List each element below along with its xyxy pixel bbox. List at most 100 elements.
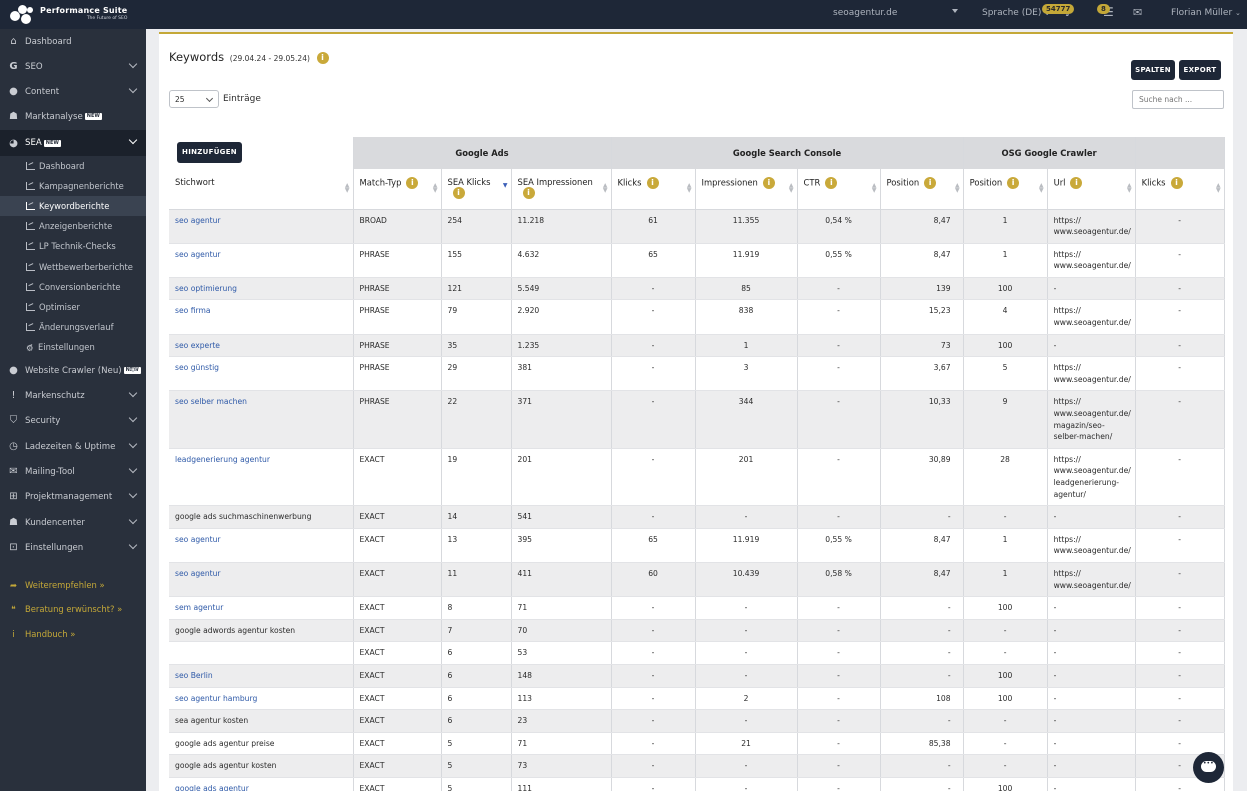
columns-button[interactable]: SPALTEN [1131, 60, 1175, 80]
keyword-link[interactable]: seo experte [175, 341, 220, 350]
sea-sub-optimiser[interactable]: Optimiser [0, 297, 146, 317]
sidebar-item-einstellungen[interactable]: ⊡ Einstellungen [0, 535, 146, 560]
sort-icon[interactable]: ▲ ▼ [789, 183, 794, 194]
keyword-link[interactable]: seo günstig [175, 363, 219, 372]
keyword-link[interactable]: seo agentur [175, 569, 221, 578]
info-icon[interactable]: i [452, 187, 465, 199]
language-select[interactable]: Sprache (DE) ⌄ [982, 8, 1050, 18]
sidebar-item-website-crawler[interactable]: ● Website Crawler (Neu) NEW [0, 358, 146, 383]
sea-sub-keywordberichte[interactable]: Keywordberichte [0, 196, 146, 216]
column-header-5[interactable]: Impressionen i ▲ ▼ [695, 169, 798, 210]
sea-sub-kampagnenberichte[interactable]: Kampagnenberichte [0, 176, 146, 196]
info-icon[interactable]: i [646, 177, 659, 189]
sidebar-link-weiterempfehlen[interactable]: ➦ Weiterempfehlen » [0, 574, 146, 596]
column-header-2[interactable]: SEA Klicksi ▼ [441, 169, 512, 210]
column-header-6[interactable]: CTR i ▲ ▼ [797, 169, 881, 210]
table-cell: 13 [441, 528, 512, 563]
column-header-3[interactable]: SEA Impressioneni ▲ ▼ [511, 169, 612, 210]
extra-link-label: Handbuch » [25, 629, 76, 639]
table-cell: 411 [511, 562, 612, 598]
sort-icon[interactable]: ▲ ▼ [872, 183, 877, 194]
domain-select[interactable]: seoagentur.de [833, 8, 897, 18]
sort-desc-icon[interactable]: ▼ [503, 183, 508, 189]
brand-logo[interactable]: Performance Suite The Future of SEO [8, 3, 127, 25]
sidebar-item-sea[interactable]: ◕ SEA NEW [0, 130, 146, 156]
keyword-link[interactable]: seo selber machen [175, 397, 247, 406]
line-chart-icon [26, 222, 35, 230]
sea-sub-einstellungen[interactable]: ⚙ Einstellungen [0, 337, 146, 357]
info-icon[interactable]: i [924, 177, 937, 189]
sidebar-item-ladezeiten[interactable]: ◷ Ladezeiten & Uptime [0, 434, 146, 459]
sidebar-item-markenschutz[interactable]: ! Markenschutz [0, 383, 146, 408]
keyword-link[interactable]: seo agentur [175, 535, 221, 544]
sidebar-item-projektmanagement[interactable]: ⊞ Projektmanagement [0, 484, 146, 509]
keyword-link[interactable]: sem agentur [175, 603, 223, 612]
sea-sub-wettbewerberberichte[interactable]: Wettbewerberberichte [0, 257, 146, 277]
sidebar-item-security[interactable]: ⛉ Security [0, 408, 146, 433]
page-size-select[interactable]: 25 [169, 90, 219, 108]
chevron-down-icon [128, 515, 138, 525]
sidebar-item-marktanalyse[interactable]: ☗ Marktanalyse NEW [0, 104, 146, 129]
add-button[interactable]: HINZUFÜGEN [177, 142, 242, 163]
info-icon[interactable]: i [522, 187, 535, 199]
table-cell: 71 [511, 596, 612, 620]
keyword-link[interactable]: seo firma [175, 306, 211, 315]
column-header-1[interactable]: Match-Typ i ▲ ▼ [353, 169, 442, 210]
sort-icon[interactable]: ▲ ▼ [345, 183, 350, 194]
sidebar-item-kundencenter[interactable]: ☗ Kundencenter [0, 510, 146, 535]
sidebar-item-seo[interactable]: G SEO [0, 54, 146, 79]
sort-icon[interactable]: ▲ ▼ [433, 183, 438, 194]
search-input[interactable] [1132, 90, 1224, 109]
sort-icon[interactable]: ▲ ▼ [603, 183, 608, 194]
sort-icon[interactable]: ▲ ▼ [1127, 183, 1132, 194]
table-cell: EXACT [353, 528, 442, 563]
keyword-link[interactable]: seo agentur [175, 216, 221, 225]
sea-sub-lp-technik-checks[interactable]: LP Technik-Checks [0, 236, 146, 256]
sea-sub-dashboard[interactable]: Dashboard [0, 156, 146, 176]
table-cell: - [1047, 687, 1136, 711]
sort-icon[interactable]: ▲ ▼ [1039, 183, 1044, 194]
column-header-9[interactable]: Url i ▲ ▼ [1047, 169, 1136, 210]
sidebar-item-content[interactable]: ● Content [0, 79, 146, 104]
info-icon[interactable]: i [316, 51, 329, 64]
column-header-8[interactable]: Position i ▲ ▼ [963, 169, 1048, 210]
keyword-link[interactable]: seo Berlin [175, 671, 213, 680]
keyword-link[interactable]: leadgenerierung agentur [175, 455, 270, 464]
sort-icon[interactable]: ▲ ▼ [955, 183, 960, 194]
sidebar-link-beratung[interactable]: ❝ Beratung erwünscht? » [0, 598, 146, 620]
column-header-0[interactable]: Stichwort ▲ ▼ [169, 169, 354, 210]
sidebar-item-mailing-tool[interactable]: ✉ Mailing-Tool [0, 459, 146, 484]
sub-item-label: LP Technik-Checks [39, 241, 116, 251]
table-cell: - [797, 299, 881, 335]
domain-dropdown-icon[interactable] [952, 9, 958, 13]
info-icon[interactable]: i [1070, 177, 1083, 189]
keyword-link[interactable]: seo agentur hamburg [175, 694, 257, 703]
sea-sub-conversionberichte[interactable]: Conversionberichte [0, 277, 146, 297]
info-icon[interactable]: i [825, 177, 838, 189]
table-cell: 0,54 % [797, 209, 881, 244]
info-icon[interactable]: i [406, 177, 419, 189]
sort-icon[interactable]: ▲ ▼ [687, 183, 692, 194]
table-cell: - [611, 709, 696, 733]
column-header-10[interactable]: Klicks i ▲ ▼ [1135, 169, 1225, 210]
info-icon[interactable]: i [762, 177, 775, 189]
sea-sub-anzeigenberichte[interactable]: Anzeigenberichte [0, 216, 146, 236]
column-header-7[interactable]: Position i ▲ ▼ [880, 169, 964, 210]
sea-sub-aenderungsverlauf[interactable]: Änderungsverlauf [0, 317, 146, 337]
sidebar-item-label: Security [25, 415, 61, 426]
export-button[interactable]: EXPORT [1179, 60, 1221, 80]
table-cell: - [1135, 619, 1225, 643]
mail-icon[interactable]: ✉ [1133, 6, 1142, 19]
info-icon[interactable]: i [1007, 177, 1020, 189]
sidebar-link-handbuch[interactable]: i Handbuch » [0, 623, 146, 645]
sort-icon[interactable]: ▲ ▼ [1216, 183, 1221, 194]
chat-widget-button[interactable] [1193, 752, 1224, 783]
user-menu[interactable]: Florian Müller ⌄ [1171, 8, 1241, 18]
sidebar-item-dashboard[interactable]: ⌂ Dashboard [0, 29, 146, 54]
info-icon[interactable]: i [1170, 177, 1183, 189]
column-header-4[interactable]: Klicks i ▲ ▼ [611, 169, 696, 210]
table-cell: - [963, 754, 1048, 778]
keyword-link[interactable]: seo agentur [175, 250, 221, 259]
keyword-link[interactable]: google ads agentur [175, 784, 249, 791]
keyword-link[interactable]: seo optimierung [175, 284, 237, 293]
